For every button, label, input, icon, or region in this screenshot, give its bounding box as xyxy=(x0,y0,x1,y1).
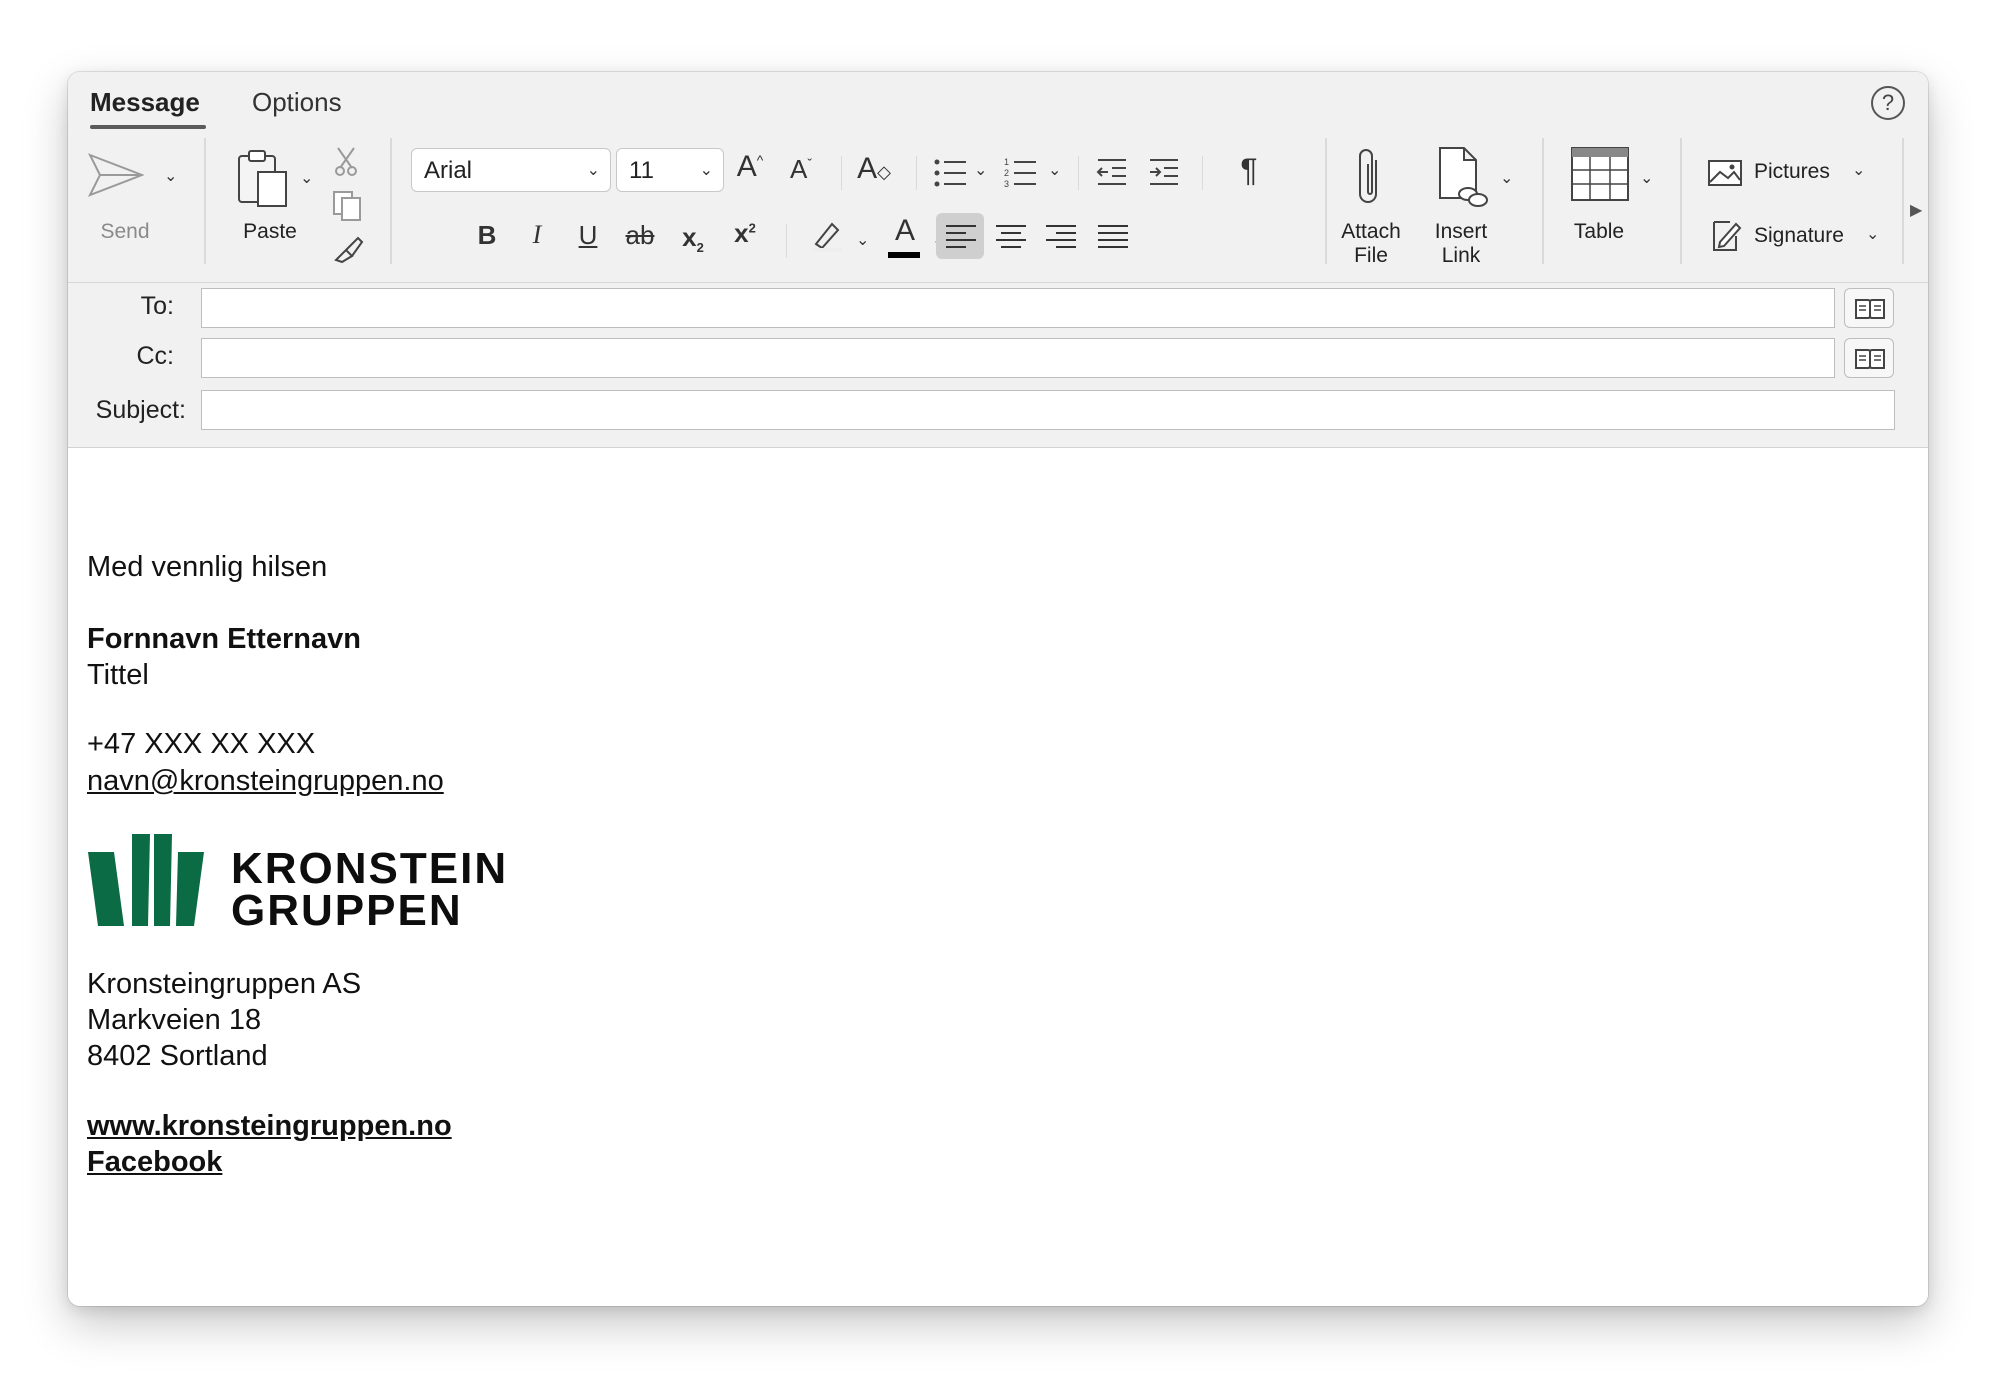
chevron-down-icon: ⌄ xyxy=(699,162,713,179)
divider xyxy=(390,138,392,264)
company-city: 8402 Sortland xyxy=(87,1040,268,1072)
cc-address-book-button[interactable] xyxy=(1844,338,1894,378)
subject-field[interactable] xyxy=(201,390,1895,430)
signature-title: Tittel xyxy=(87,659,149,691)
table-dropdown-caret-icon[interactable]: ⌄ xyxy=(1640,168,1653,188)
subject-label: Subject: xyxy=(95,396,186,424)
to-field[interactable] xyxy=(201,288,1835,328)
help-icon[interactable]: ? xyxy=(1871,86,1905,120)
pictures-dropdown-caret-icon: ⌄ xyxy=(1852,162,1866,179)
active-tab-indicator xyxy=(90,125,206,129)
format-painter-icon[interactable] xyxy=(332,232,366,264)
divider xyxy=(1680,138,1682,264)
bulleted-list-icon[interactable] xyxy=(934,158,966,188)
font-size-select[interactable]: 11 ⌄ xyxy=(616,148,724,192)
superscript-icon[interactable]: x2 xyxy=(728,218,762,249)
divider xyxy=(1542,138,1544,264)
font-color-swatch xyxy=(888,252,920,258)
greeting-text: Med vennlig hilsen xyxy=(87,551,328,583)
paste-label: Paste xyxy=(243,220,297,243)
paperclip-icon xyxy=(1359,149,1377,203)
compose-window: Message Options ? ⌄ Send ⌄ Paste Arial ⌄… xyxy=(68,72,1928,1306)
signature-dropdown-caret-icon: ⌄ xyxy=(1866,226,1880,243)
clipboard-icon xyxy=(238,150,287,207)
highlight-dropdown-caret-icon[interactable]: ⌄ xyxy=(856,230,869,250)
highlighter-icon[interactable] xyxy=(810,218,844,252)
grow-font-icon[interactable]: A^ xyxy=(733,150,767,184)
message-body[interactable]: Med vennlig hilsen Fornnavn Etternavn Ti… xyxy=(68,448,1928,1306)
strikethrough-icon[interactable]: ab xyxy=(623,220,657,251)
logo-text-line1: KRONSTEIN xyxy=(231,844,509,893)
signature-label: Signature xyxy=(1754,224,1844,247)
to-address-book-button[interactable] xyxy=(1844,288,1894,328)
divider xyxy=(204,138,206,264)
font-color-icon: A xyxy=(894,214,915,247)
signature-name: Fornnavn Etternavn xyxy=(87,623,361,655)
ribbon-area: Message Options ? ⌄ Send ⌄ Paste Arial ⌄… xyxy=(68,72,1928,448)
cc-label: Cc: xyxy=(136,342,175,370)
cc-field[interactable] xyxy=(201,338,1835,378)
insert-link-icon xyxy=(1439,147,1488,207)
send-label: Send xyxy=(100,220,150,243)
divider xyxy=(68,282,1928,283)
divider xyxy=(786,224,787,258)
align-right-icon[interactable] xyxy=(1046,224,1076,250)
numbering-dropdown-caret-icon[interactable]: ⌄ xyxy=(1048,160,1061,180)
company-name: Kronsteingruppen AS xyxy=(87,968,362,1000)
svg-text:1: 1 xyxy=(1004,157,1009,167)
copy-icon[interactable] xyxy=(332,190,362,222)
paste-dropdown-caret-icon[interactable]: ⌄ xyxy=(300,168,313,188)
subscript-icon[interactable]: x2 xyxy=(676,222,710,255)
italic-icon[interactable]: I xyxy=(520,220,554,250)
chevron-down-icon: ⌄ xyxy=(586,162,600,179)
company-street: Markveien 18 xyxy=(87,1004,262,1036)
font-size-value: 11 xyxy=(629,157,654,184)
bold-icon[interactable]: B xyxy=(470,220,504,251)
numbered-list-icon[interactable]: 1 2 3 xyxy=(1004,156,1036,188)
tab-message[interactable]: Message xyxy=(90,87,200,118)
table-label: Table xyxy=(1573,220,1625,243)
divider xyxy=(1325,138,1327,264)
shrink-font-icon[interactable]: Aˇ xyxy=(784,154,818,185)
font-family-value: Arial xyxy=(424,157,473,184)
tab-options[interactable]: Options xyxy=(252,87,342,118)
website-link[interactable]: www.kronsteingruppen.no xyxy=(87,1110,452,1143)
signature-phone: +47 XXX XX XXX xyxy=(87,728,316,760)
increase-indent-icon[interactable] xyxy=(1148,158,1180,186)
clear-formatting-icon[interactable]: A◇ xyxy=(857,152,891,186)
show-formatting-marks-icon[interactable]: ¶ xyxy=(1232,152,1266,189)
justify-icon[interactable] xyxy=(1098,224,1128,250)
svg-text:2: 2 xyxy=(1004,168,1009,178)
svg-text:3: 3 xyxy=(1004,179,1009,188)
divider xyxy=(1078,156,1079,190)
signature-email-link[interactable]: navn@kronsteingruppen.no xyxy=(87,765,444,798)
align-left-icon[interactable] xyxy=(946,224,976,250)
divider xyxy=(1202,156,1203,190)
address-book-icon xyxy=(1855,349,1885,369)
send-dropdown-caret-icon[interactable]: ⌄ xyxy=(164,166,177,186)
align-center-icon[interactable] xyxy=(996,224,1026,250)
cut-icon[interactable] xyxy=(334,146,358,176)
insert-link-label: Insert Link xyxy=(1434,220,1488,267)
insert-link-dropdown-caret-icon[interactable]: ⌄ xyxy=(1500,168,1513,188)
address-book-icon xyxy=(1855,299,1885,319)
decrease-indent-icon[interactable] xyxy=(1096,158,1128,186)
bullets-dropdown-caret-icon[interactable]: ⌄ xyxy=(974,160,987,180)
attach-file-label: Attach File xyxy=(1341,220,1401,267)
logo-text-line2: GRUPPEN xyxy=(231,886,463,935)
ribbon-overflow-arrow-icon[interactable]: ▶ xyxy=(1910,200,1922,220)
to-label: To: xyxy=(140,292,174,320)
facebook-link[interactable]: Facebook xyxy=(87,1146,222,1179)
send-icon xyxy=(88,153,144,197)
pictures-label: Pictures xyxy=(1754,160,1830,183)
divider xyxy=(916,156,917,190)
font-family-select[interactable]: Arial ⌄ xyxy=(411,148,611,192)
picture-icon xyxy=(1708,160,1742,186)
signature-icon xyxy=(1713,221,1742,251)
divider xyxy=(1902,138,1904,264)
table-icon xyxy=(1571,147,1629,201)
divider xyxy=(841,156,842,190)
underline-icon[interactable]: U xyxy=(571,220,605,251)
kronstein-logo-mark-icon xyxy=(88,834,204,926)
